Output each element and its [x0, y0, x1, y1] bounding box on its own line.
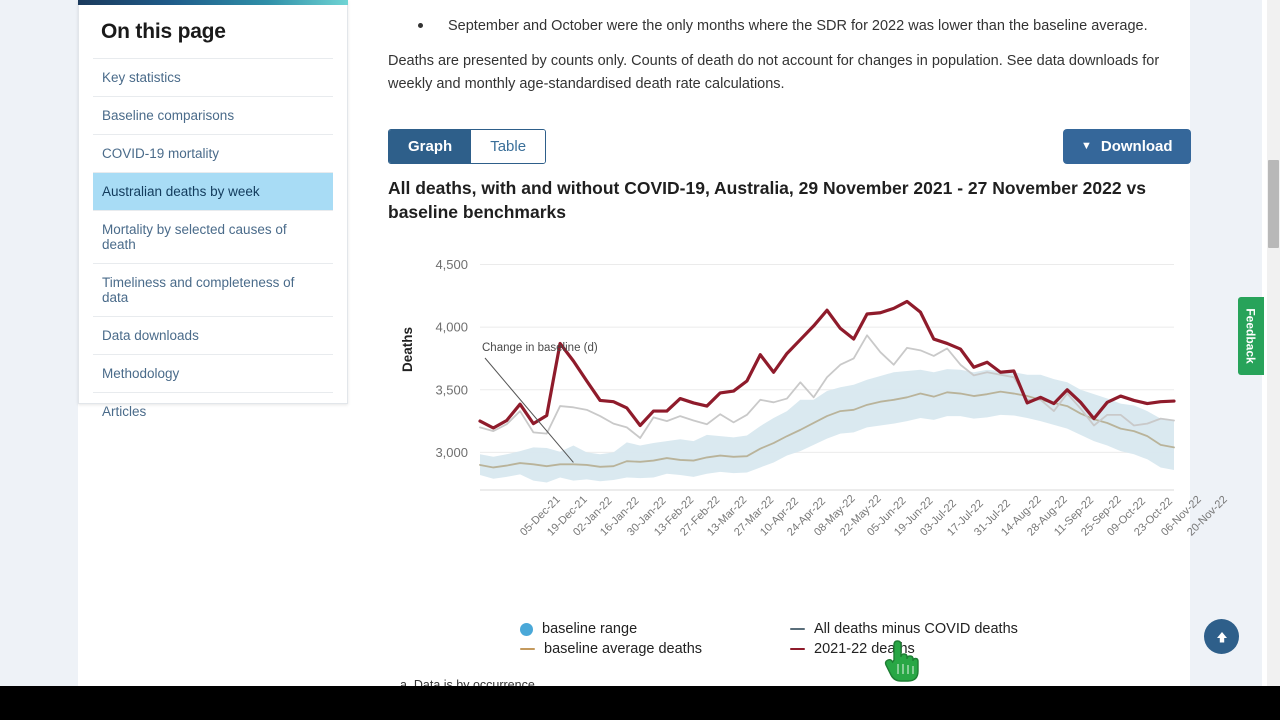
legend-column-left: baseline range baseline average deaths	[520, 620, 702, 660]
tab-table[interactable]: Table	[471, 130, 546, 163]
body-paragraph: Deaths are presented by counts only. Cou…	[388, 53, 1160, 93]
y-tick-label: 3,000	[435, 445, 468, 460]
chart-plot-area: 3,000 3,500 4,000 4,500 Change in baseline (…	[388, 238, 1188, 538]
sidebar-item-mortality-by-selected-causes-of-death[interactable]: Mortality by selected causes of death	[93, 210, 333, 263]
sidebar-item-label: Timeliness and completeness of data	[102, 275, 295, 305]
chart-annotation-label: Change in baseline (d)	[482, 342, 598, 354]
on-this-page-sidebar: On this page Key statistics Baseline comp…	[78, 0, 348, 419]
page-background-gap	[348, 0, 386, 686]
viewport-letterbox	[0, 686, 1280, 720]
sidebar-item-label: Mortality by selected causes of death	[102, 222, 287, 252]
scroll-to-top-button[interactable]	[1204, 619, 1239, 654]
feedback-tab[interactable]: Feedback	[1238, 297, 1264, 375]
sidebar-item-label: Key statistics	[102, 70, 181, 85]
tab-graph[interactable]: Graph	[389, 130, 472, 163]
y-tick-label: 4,500	[435, 257, 468, 272]
legend-line-swatch	[790, 647, 805, 651]
download-label: Download	[1100, 138, 1173, 155]
sidebar-item-label: Data downloads	[102, 328, 199, 343]
sidebar-item-key-statistics[interactable]: Key statistics	[93, 58, 333, 96]
view-toggle[interactable]: Graph Table	[388, 129, 547, 164]
sidebar-item-label: Methodology	[102, 366, 180, 381]
sidebar-accent-bar	[78, 0, 348, 5]
annotation-leader-line	[484, 357, 574, 463]
y-tick-label: 4,000	[435, 320, 468, 335]
legend-dot-swatch	[520, 622, 533, 636]
mortality-line-chart: 3,000 3,500 4,000 4,500 Change in baseline (…	[435, 257, 1176, 491]
chart-x-axis-ticks: 05-Dec-21 19-Dec-21 02-Jan-22 16-Jan-22 30-J…	[388, 493, 1230, 614]
page-scrollbar-track[interactable]	[1267, 0, 1280, 686]
sidebar-item-methodology[interactable]: Methodology	[93, 354, 333, 392]
legend-item[interactable]: All deaths minus COVID deaths	[790, 620, 1018, 638]
page-scrollbar-thumb[interactable]	[1268, 160, 1279, 248]
bullet-point: September and October were the only mont…	[404, 16, 1174, 38]
sidebar-item-articles[interactable]: Articles	[93, 392, 333, 430]
legend-item[interactable]: baseline average deaths	[520, 640, 702, 658]
download-button[interactable]: ▼ Download	[1063, 129, 1191, 164]
feedback-label: Feedback	[1244, 308, 1259, 364]
page-background-left	[0, 0, 78, 686]
sidebar-item-label: Baseline comparisons	[102, 108, 235, 123]
sidebar-item-label: COVID-19 mortality	[102, 146, 220, 161]
sidebar-item-label: Articles	[102, 404, 147, 419]
chart-title: All deaths, with and without COVID-19, A…	[388, 178, 1146, 223]
legend-column-right: All deaths minus COVID deaths 2021-22 dea…	[790, 620, 1018, 660]
sidebar-item-baseline-comparisons[interactable]: Baseline comparisons	[93, 96, 333, 134]
sidebar-title: On this page	[101, 20, 226, 43]
sidebar-item-australian-deaths-by-week[interactable]: Australian deaths by week	[93, 172, 333, 210]
legend-label: baseline range	[542, 621, 638, 637]
y-tick-label: 3,500	[435, 382, 468, 397]
arrow-up-icon	[1216, 631, 1227, 642]
legend-line-swatch	[790, 627, 805, 631]
bullet-dot	[418, 23, 423, 28]
chevron-down-icon: ▼	[1081, 140, 1092, 152]
page-root: On this page Key statistics Baseline comp…	[0, 0, 1280, 720]
legend-item[interactable]: baseline range	[520, 620, 702, 638]
legend-line-swatch	[520, 647, 535, 651]
legend-item[interactable]: 2021-22 deaths	[790, 640, 1018, 658]
legend-label: 2021-22 deaths	[814, 641, 915, 657]
sidebar-item-covid-19-mortality[interactable]: COVID-19 mortality	[93, 134, 333, 172]
sidebar-item-timeliness-and-completeness-of-data[interactable]: Timeliness and completeness of data	[93, 263, 333, 316]
legend-label: baseline average deaths	[544, 641, 703, 657]
sidebar-item-data-downloads[interactable]: Data downloads	[93, 316, 333, 354]
sidebar-item-label: Australian deaths by week	[102, 184, 260, 199]
sidebar-nav-list: Key statistics Baseline comparisons COVID-…	[79, 58, 347, 440]
bullet-text: September and October were the only mont…	[448, 18, 1148, 34]
legend-label: All deaths minus COVID deaths	[814, 621, 1018, 637]
